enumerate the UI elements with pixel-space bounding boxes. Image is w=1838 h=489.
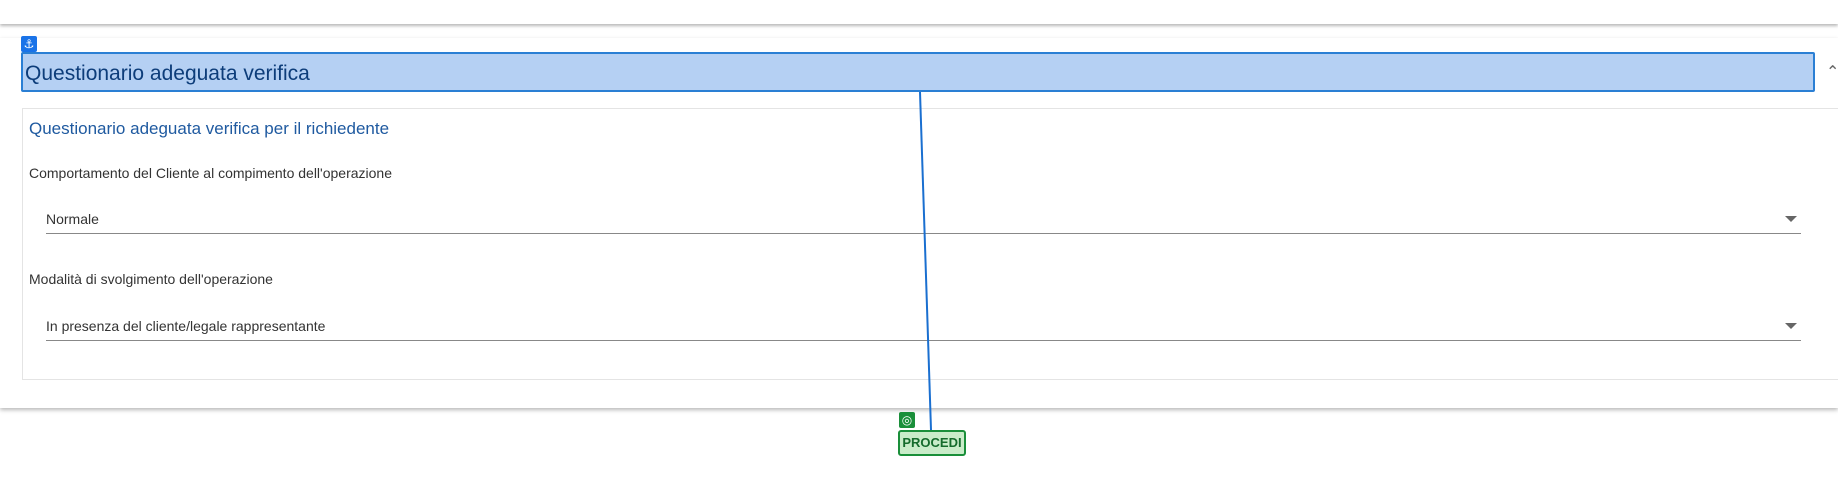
comportamento-select[interactable]: Normale [46,204,1801,234]
anchor-icon: ⚓ [21,36,37,52]
section-header[interactable]: Questionario adeguata verifica [21,52,1815,92]
section-title: Questionario adeguata verifica [25,62,310,85]
target-icon: ◎ [899,412,915,428]
subsection-title: Questionario adeguata verifica per il ri… [29,119,390,138]
dropdown-arrow-icon[interactable] [1785,216,1797,222]
comportamento-select-value: Normale [46,211,99,227]
modalita-select-value: In presenza del cliente/legale rappresen… [46,318,326,334]
field-label-comportamento: Comportamento del Cliente al compimento … [29,165,392,181]
top-card [0,0,1838,24]
chevron-up-icon[interactable]: ⌃ [1826,62,1838,81]
dropdown-arrow-icon[interactable] [1785,323,1797,329]
modalita-select[interactable]: In presenza del cliente/legale rappresen… [46,311,1801,341]
procedi-button[interactable]: PROCEDI [898,430,966,456]
field-label-modalita: Modalità di svolgimento dell'operazione [29,271,273,287]
